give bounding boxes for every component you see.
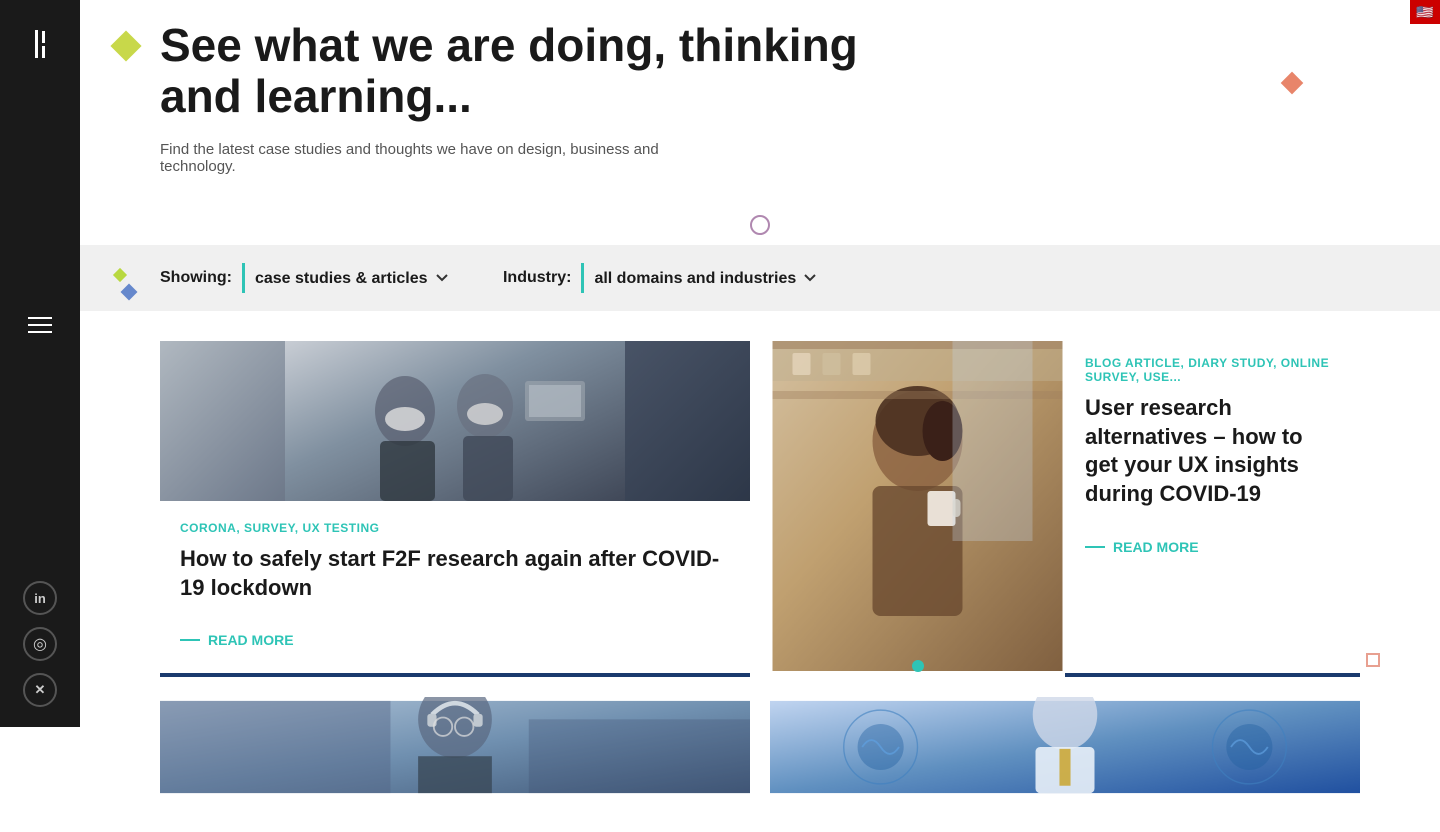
logo-bar-2 [42, 31, 45, 43]
linkedin-label: in [34, 591, 46, 606]
left-sidebar: in ◎ ✕ [0, 0, 80, 727]
articles-top-grid: CORONA, SURVEY, UX TESTING How to safely… [160, 341, 1360, 677]
hamburger-line-3 [28, 331, 52, 333]
industry-filter-group: Industry: all domains and industries hea… [503, 263, 821, 293]
hero-title: See what we are doing, thinking and lear… [160, 20, 860, 121]
article-1-image-svg [160, 341, 750, 501]
twitter-label: ✕ [35, 682, 46, 698]
twitter-icon[interactable]: ✕ [23, 673, 57, 707]
hamburger-menu[interactable] [18, 307, 62, 343]
linkedin-icon[interactable]: in [23, 581, 57, 615]
article-card-1: CORONA, SURVEY, UX TESTING How to safely… [160, 341, 750, 677]
showing-filter-group: Showing: case studies & articles case st… [160, 263, 453, 293]
hero-section: See what we are doing, thinking and lear… [160, 0, 1360, 215]
industry-label: Industry: [503, 269, 571, 287]
instagram-icon[interactable]: ◎ [23, 627, 57, 661]
coral-circle-decoration [1366, 653, 1380, 667]
articles-bottom-grid [160, 697, 1360, 802]
diamond-coral-decoration [1281, 72, 1304, 95]
article-2-read-more-label: READ MORE [1113, 539, 1199, 555]
social-icons: in ◎ ✕ [23, 581, 57, 707]
filter-row: Showing: case studies & articles case st… [160, 263, 1360, 293]
articles-section: CORONA, SURVEY, UX TESTING How to safely… [160, 311, 1360, 832]
instagram-label: ◎ [33, 634, 47, 654]
main-content: See what we are doing, thinking and lear… [80, 0, 1440, 832]
article-1-tags: CORONA, SURVEY, UX TESTING [180, 521, 730, 535]
hero-subtitle: Find the latest case studies and thought… [160, 141, 690, 175]
logo[interactable] [25, 20, 55, 68]
center-image-svg [770, 341, 1065, 671]
article-card-2: BLOG ARTICLE, DIARY STUDY, ONLINE SURVEY… [1065, 341, 1360, 677]
center-image-dot [912, 660, 924, 672]
article-2-content: BLOG ARTICLE, DIARY STUDY, ONLINE SURVEY… [1085, 341, 1360, 579]
filter-circle-container [160, 215, 1360, 235]
logo-bar-3 [42, 46, 45, 58]
article-1-read-more[interactable]: READ MORE [180, 617, 730, 658]
article-1-read-more-label: READ MORE [208, 632, 294, 648]
article-card-3 [160, 697, 750, 802]
read-more-line-2 [1085, 546, 1105, 548]
logo-bar-1 [35, 30, 38, 58]
article-card-4 [770, 697, 1360, 802]
article-2-read-more[interactable]: READ MORE [1085, 524, 1340, 565]
industry-select[interactable]: all domains and industries healthcare te… [594, 270, 821, 287]
filter-circle-decoration [750, 215, 770, 235]
flag-emoji: 🇺🇸 [1416, 4, 1433, 21]
hamburger-line-2 [28, 324, 52, 326]
hamburger-line-1 [28, 317, 52, 319]
read-more-line-1 [180, 639, 200, 641]
deco-left-group [115, 270, 135, 298]
article-1-content: CORONA, SURVEY, UX TESTING How to safely… [160, 501, 750, 673]
industry-border [581, 263, 584, 293]
right-articles-group: BLOG ARTICLE, DIARY STUDY, ONLINE SURVEY… [770, 341, 1360, 677]
small-diamond-blue [121, 284, 138, 301]
article-1-title: How to safely start F2F research again a… [180, 545, 730, 602]
showing-border [242, 263, 245, 293]
showing-label: Showing: [160, 269, 232, 287]
center-image-card [770, 341, 1065, 677]
small-diamond-green [113, 268, 127, 282]
flag-icon: 🇺🇸 [1410, 0, 1440, 24]
article-1-image [160, 341, 750, 501]
showing-select[interactable]: case studies & articles case studies art… [255, 270, 453, 287]
article-3-image [160, 697, 750, 797]
article-4-image [770, 697, 1360, 797]
article-2-tags: BLOG ARTICLE, DIARY STUDY, ONLINE SURVEY… [1085, 341, 1340, 384]
filter-bar: Showing: case studies & articles case st… [80, 245, 1440, 311]
article-2-title: User research alternatives – how to get … [1085, 394, 1340, 508]
diamond-yellow-decoration [110, 30, 141, 61]
